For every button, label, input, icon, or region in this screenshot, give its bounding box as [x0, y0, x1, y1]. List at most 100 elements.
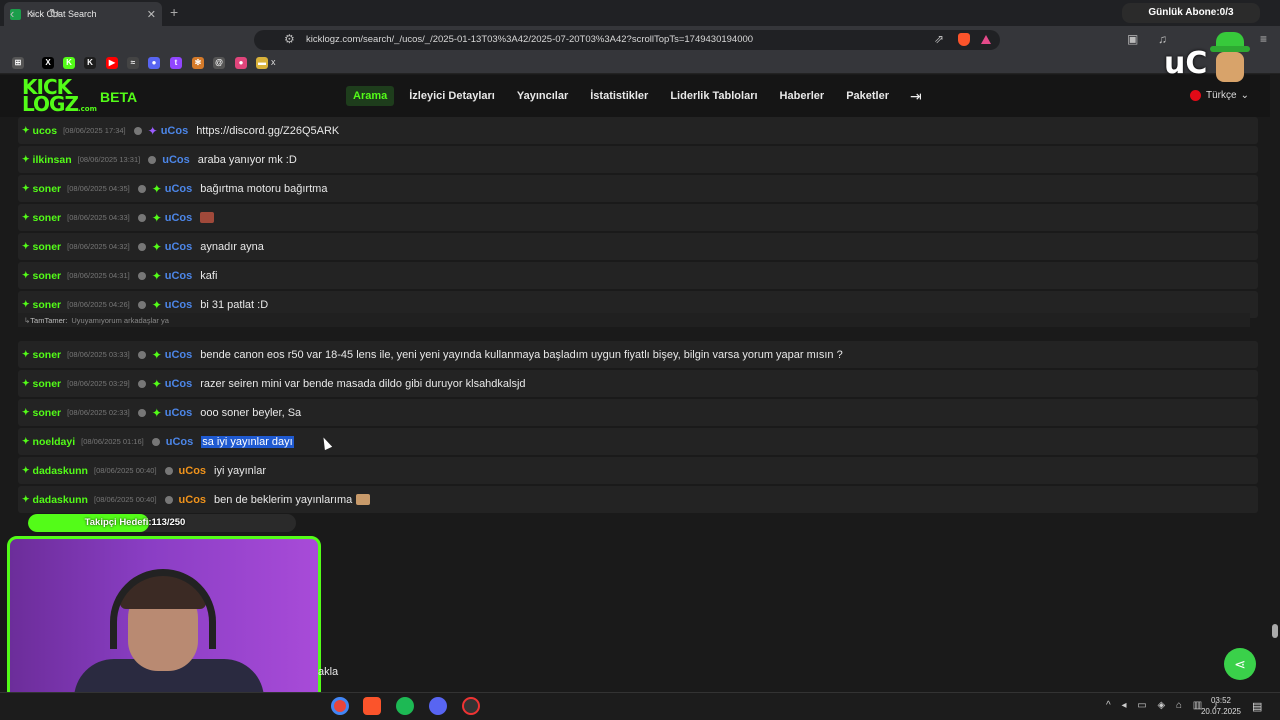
address-bar[interactable]: kicklogz.com/search/_/ucos/_/2025-01-13T…: [254, 30, 1000, 50]
info-icon[interactable]: [137, 350, 146, 359]
youtube-icon[interactable]: ▶: [106, 57, 118, 69]
chat-streamer[interactable]: uCos: [179, 465, 207, 477]
sidebar-icon[interactable]: ▣: [1127, 32, 1138, 46]
kick-alt-icon[interactable]: K: [84, 57, 96, 69]
info-icon[interactable]: [151, 437, 160, 446]
chat-username[interactable]: ✦ soner: [22, 349, 61, 361]
chat-row: ✦ dadaskunn [08/06/2025 00:40] uCos iyi yayı…: [18, 457, 1258, 484]
spotify-icon[interactable]: [396, 697, 414, 715]
analytics-icon[interactable]: ≈: [127, 57, 139, 69]
scrollbar-thumb[interactable]: [1272, 624, 1278, 638]
chat-message: [200, 212, 215, 224]
discord-icon[interactable]: ●: [148, 57, 160, 69]
chat-streamer[interactable]: uCos: [161, 125, 189, 137]
new-tab-button[interactable]: +: [170, 4, 178, 20]
clock[interactable]: 03:52 20.07.2025: [1196, 695, 1246, 717]
chat-streamer[interactable]: uCos: [166, 436, 194, 448]
info-icon[interactable]: [137, 379, 146, 388]
at-icon[interactable]: @: [213, 57, 225, 69]
chat-streamer[interactable]: uCos: [165, 183, 193, 195]
scrollbar[interactable]: [1270, 75, 1280, 690]
info-icon[interactable]: [137, 408, 146, 417]
nav-yayincilar[interactable]: Yayıncılar: [510, 86, 575, 106]
discord-app-icon[interactable]: [429, 697, 447, 715]
login-icon[interactable]: ⇥: [910, 88, 922, 105]
info-icon[interactable]: [137, 242, 146, 251]
info-icon[interactable]: [148, 155, 157, 164]
user-badge-icon: ✦: [22, 494, 30, 504]
apps-icon[interactable]: ⊞: [12, 57, 24, 69]
browser-tab[interactable]: Kick Chat Search ✕: [4, 2, 162, 26]
chat-streamer[interactable]: uCos: [162, 154, 190, 166]
share-button[interactable]: ⋖: [1224, 648, 1256, 680]
notification-icon[interactable]: ▤: [1252, 700, 1262, 713]
chat-row: ✦ noeldayi [08/06/2025 01:16] uCos sa iyi ya…: [18, 428, 1258, 455]
chat-message: bağırtma motoru bağırtma: [200, 182, 328, 195]
emote-icon: [200, 212, 215, 224]
chat-username[interactable]: ✦ dadaskunn: [22, 494, 88, 506]
chat-timestamp: [08/06/2025 04:32]: [67, 242, 130, 251]
nav-arama[interactable]: Arama: [346, 86, 395, 106]
tab-close-icon[interactable]: ✕: [147, 8, 156, 21]
brave-icon[interactable]: [363, 697, 381, 715]
brave-shield-icon[interactable]: [958, 33, 970, 46]
overlay-logo-text: uC: [1164, 46, 1208, 81]
info-icon[interactable]: [133, 126, 142, 135]
info-icon[interactable]: [164, 495, 173, 504]
chat-username[interactable]: ✦ noeldayi: [22, 436, 75, 448]
kick-icon[interactable]: K: [63, 57, 75, 69]
brave-rewards-icon[interactable]: [981, 35, 991, 44]
share-page-icon[interactable]: ⇗: [934, 32, 944, 46]
nav-izleyici-detaylari[interactable]: İzleyici Detayları: [402, 86, 502, 106]
folder-icon[interactable]: ▬: [256, 57, 268, 69]
chat-username[interactable]: ✦ soner: [22, 378, 61, 390]
pink-icon[interactable]: ●: [235, 57, 247, 69]
info-icon[interactable]: [137, 271, 146, 280]
menu-icon[interactable]: ≡: [1260, 32, 1267, 46]
chat-username[interactable]: ✦ soner: [22, 241, 61, 253]
info-icon[interactable]: [137, 184, 146, 193]
chat-username[interactable]: ✦ soner: [22, 407, 61, 419]
chat-streamer[interactable]: uCos: [165, 407, 193, 419]
emote-icon: [356, 494, 371, 506]
reload-icon[interactable]: ↻: [49, 6, 60, 22]
chat-streamer[interactable]: uCos: [179, 494, 207, 506]
nav-istatistikler[interactable]: İstatistikler: [583, 86, 655, 106]
kicklogz-logo[interactable]: KICK LOGZ.com: [22, 77, 97, 114]
site-info-icon[interactable]: ⚙: [284, 32, 295, 46]
chat-username[interactable]: ✦ dadaskunn: [22, 465, 88, 477]
subscriber-gem-icon: ✦: [151, 210, 162, 225]
bookmark-x-label[interactable]: x: [271, 57, 276, 67]
info-icon[interactable]: [164, 466, 173, 475]
subscriber-gem-icon: ✦: [151, 405, 162, 420]
chat-streamer[interactable]: uCos: [165, 270, 193, 282]
reply-text: Uyuyamıyorum arkadaşlar ya: [71, 315, 169, 325]
gear-icon[interactable]: ✻: [192, 57, 204, 69]
chat-username[interactable]: ✦ soner: [22, 212, 61, 224]
chrome-icon[interactable]: [331, 697, 349, 715]
chat-row: ✦ soner [08/06/2025 04:35] ✦ uCos bağırtma mo…: [18, 175, 1258, 202]
back-icon[interactable]: ‹: [10, 6, 14, 21]
chat-row: ✦ soner [08/06/2025 04:31] ✦ uCos kafi: [18, 262, 1258, 289]
x-icon[interactable]: X: [42, 57, 54, 69]
obs-icon[interactable]: [462, 697, 480, 715]
chat-username[interactable]: ✦ ucos: [22, 125, 57, 137]
chat-timestamp: [08/06/2025 04:26]: [67, 300, 130, 309]
forward-icon[interactable]: ›: [30, 6, 34, 21]
chat-streamer[interactable]: uCos: [165, 378, 193, 390]
info-icon[interactable]: [137, 213, 146, 222]
chat-username[interactable]: ✦ soner: [22, 183, 61, 195]
nav-haberler[interactable]: Haberler: [773, 86, 832, 106]
chat-streamer[interactable]: uCos: [165, 349, 193, 361]
chat-streamer[interactable]: uCos: [165, 241, 193, 253]
info-icon[interactable]: [137, 300, 146, 309]
main-nav: Arama İzleyici Detayları Yayıncılar İsta…: [346, 86, 922, 106]
chat-username[interactable]: ✦ soner: [22, 299, 61, 311]
twitch-icon[interactable]: t: [170, 57, 182, 69]
nav-liderlik-tablolari[interactable]: Liderlik Tabloları: [663, 86, 764, 106]
chat-username[interactable]: ✦ ilkinsan: [22, 154, 72, 166]
chat-username[interactable]: ✦ soner: [22, 270, 61, 282]
chat-streamer[interactable]: uCos: [165, 299, 193, 311]
nav-paketler[interactable]: Paketler: [839, 86, 896, 106]
chat-streamer[interactable]: uCos: [165, 212, 193, 224]
